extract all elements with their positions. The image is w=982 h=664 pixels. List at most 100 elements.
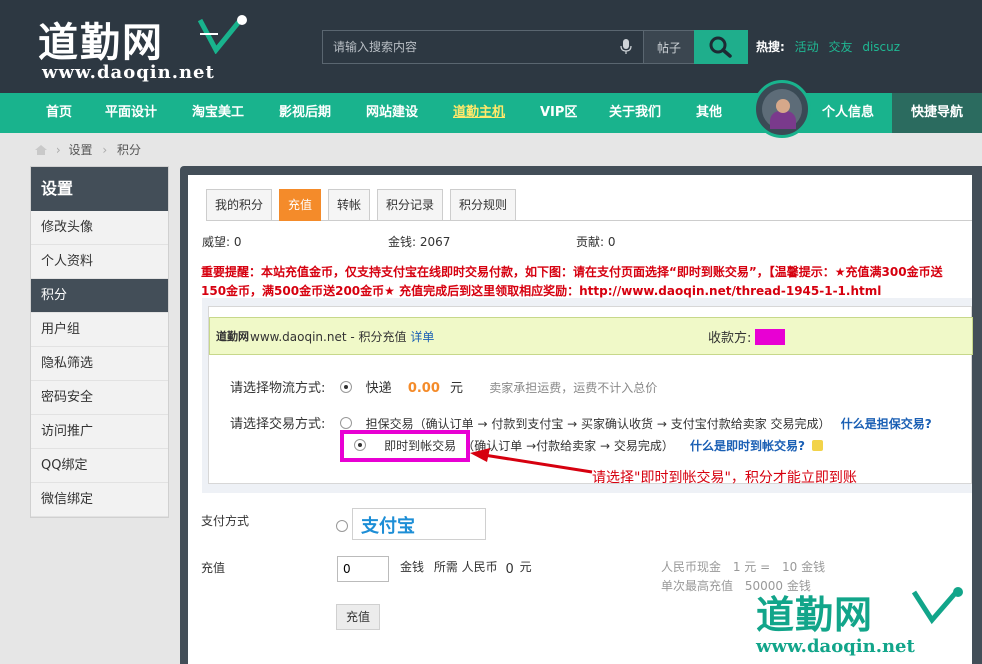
trade-instant-link[interactable]: 什么是即时到帐交易?: [690, 439, 805, 453]
watermark-url: www.daoqin.net: [756, 636, 915, 657]
nav-item-about[interactable]: 关于我们: [609, 93, 661, 133]
main-nav: 首页 平面设计 淘宝美工 影视后期 网站建设 道勤主机 VIP区 关于我们 其他…: [0, 93, 982, 133]
trade-escrow-label: 担保交易（确认订单 → 付款到支付宝 → 买家确认收货 → 支付宝付款给卖家 交…: [365, 417, 831, 431]
rate-money: 10 金钱: [782, 560, 826, 574]
sidebar-item-usergroup[interactable]: 用户组: [31, 313, 168, 347]
instant-trade-highlight: [340, 430, 470, 462]
tab-transfer[interactable]: 转帐: [328, 189, 371, 221]
logistics-row: 请选择物流方式: 快递 0.00 元 卖家承担运费，运费不计入总价: [230, 377, 657, 396]
search-input[interactable]: [322, 30, 644, 64]
rate-info: 人民币现金 1 元 = 10 金钱: [661, 558, 825, 575]
alipay-option[interactable]: 支付宝: [352, 508, 486, 540]
tab-my-credits[interactable]: 我的积分: [206, 189, 273, 221]
watermark: 道勤网 www.daoqin.net: [756, 584, 982, 664]
trade-escrow-link[interactable]: 什么是担保交易?: [841, 417, 932, 431]
alipay-logo: 支付宝: [361, 516, 415, 537]
need-rmb-unit: 元: [519, 560, 532, 574]
home-icon[interactable]: [34, 144, 48, 156]
breadcrumb-credits[interactable]: 积分: [117, 143, 141, 157]
breadcrumb: › 设置 › 积分: [34, 141, 147, 158]
avatar-image: [762, 89, 802, 129]
settings-sidebar: 设置 修改头像 个人资料 积分 用户组 隐私筛选 密码安全 访问推广 QQ绑定 …: [30, 166, 169, 518]
nav-item-video-post[interactable]: 影视后期: [279, 93, 331, 133]
watermark-text: 道勤网: [756, 592, 874, 637]
charge-unit-text: 金钱: [400, 560, 425, 574]
sidebar-item-privacy[interactable]: 隐私筛选: [31, 347, 168, 381]
charge-amount-input[interactable]: [337, 556, 389, 582]
nav-item-other[interactable]: 其他: [696, 93, 722, 133]
nav-item-taobao-design[interactable]: 淘宝美工: [192, 93, 244, 133]
charge-unit: 金钱 所需 人民币 0 元: [400, 558, 532, 577]
sidebar-item-credits[interactable]: 积分: [31, 279, 168, 313]
logistics-label: 请选择物流方式:: [230, 381, 326, 396]
stat-contribution: 贡献: 0: [576, 235, 616, 249]
avatar-face: [776, 99, 790, 113]
hot-link-discuz[interactable]: discuz: [862, 40, 900, 54]
payment-receiver: 收款方:: [708, 327, 786, 346]
stat-money: 金钱: 2067: [388, 235, 451, 249]
logistics-amount: 0.00: [407, 381, 440, 396]
breadcrumb-settings[interactable]: 设置: [68, 143, 92, 157]
hot-link-friends[interactable]: 交友: [828, 40, 852, 54]
breadcrumb-separator: ›: [55, 143, 61, 157]
logo-check-icon: [198, 15, 247, 54]
logistics-express-radio[interactable]: [339, 381, 352, 393]
user-avatar[interactable]: [753, 80, 811, 138]
logistics-unit: 元: [450, 381, 464, 396]
logistics-note: 卖家承担运费，运费不计入总价: [489, 381, 658, 395]
quick-nav-button[interactable]: 快捷导航: [892, 93, 982, 133]
breadcrumb-separator: ›: [102, 143, 108, 157]
site-header: 道勤网 www.daoqin.net 帖子 热搜: 活动 交友 discuz: [0, 0, 982, 93]
search-button[interactable]: [694, 30, 748, 64]
recharge-notice: 重要提醒：本站充值金币，仅支持支付宝在线即时交易付款，如下图：请在支付页面选择“…: [201, 265, 943, 298]
watermark-check-icon: [911, 587, 963, 625]
credit-tabs: 我的积分 充值 转帐 积分记录 积分规则: [206, 189, 972, 221]
sidebar-item-password[interactable]: 密码安全: [31, 381, 168, 415]
nav-item-vip[interactable]: VIP区: [540, 93, 577, 133]
annotation-text: 请选择"即时到帐交易"，积分才能立即到账: [592, 470, 857, 486]
tab-credit-log[interactable]: 积分记录: [377, 189, 444, 221]
stat-prestige: 威望: 0: [202, 235, 242, 249]
nav-item-home[interactable]: 首页: [46, 93, 72, 133]
nav-item-graphic-design[interactable]: 平面设计: [105, 93, 157, 133]
note-icon: [812, 440, 824, 451]
rate-value: 1 元 =: [732, 560, 771, 574]
sidebar-item-qq-bind[interactable]: QQ绑定: [31, 449, 168, 483]
payment-head-site: www.daoqin.net - 积分充值 详单: [250, 328, 434, 345]
sidebar-item-avatar[interactable]: 修改头像: [31, 211, 168, 245]
payment-header: 道勤网 www.daoqin.net - 积分充值 详单 收款方:: [209, 317, 973, 355]
logo-text: 道勤网: [38, 19, 164, 66]
trade-escrow-radio[interactable]: [339, 417, 352, 429]
red-arrow-icon: [470, 448, 593, 474]
pay-method-label: 支付方式: [201, 514, 250, 528]
search-scope-select[interactable]: 帖子: [644, 30, 694, 64]
tab-recharge[interactable]: 充值: [279, 189, 322, 221]
nav-user-info[interactable]: 个人信息: [822, 93, 874, 133]
need-rmb-value: 0: [505, 562, 514, 577]
recharge-submit-button[interactable]: 充值: [336, 604, 380, 630]
avatar-body: [770, 111, 796, 129]
logistics-express-label: 快递: [365, 381, 392, 396]
hot-link-activity[interactable]: 活动: [795, 40, 819, 54]
trade-label: 请选择交易方式:: [230, 417, 326, 432]
hot-search-label: 热搜:: [756, 40, 785, 54]
site-logo[interactable]: 道勤网 www.daoqin.net: [38, 8, 253, 88]
sidebar-item-wechat-bind[interactable]: 微信绑定: [31, 483, 168, 517]
search-bar: 帖子: [322, 30, 748, 64]
nav-item-hosting[interactable]: 道勤主机: [453, 93, 505, 133]
tab-credit-rules[interactable]: 积分规则: [450, 189, 517, 221]
logo-url: www.daoqin.net: [42, 62, 215, 83]
nav-item-web-build[interactable]: 网站建设: [366, 93, 418, 133]
payment-site-text: www.daoqin.net - 积分充值: [250, 330, 407, 344]
payment-detail-link[interactable]: 详单: [410, 330, 434, 344]
sidebar-item-promotion[interactable]: 访问推广: [31, 415, 168, 449]
alipay-radio[interactable]: [336, 520, 348, 532]
microphone-icon[interactable]: [620, 39, 632, 55]
payment-head-logo: 道勤网: [216, 330, 249, 343]
search-icon: [709, 36, 732, 58]
charge-label: 充值: [201, 561, 226, 575]
sidebar-item-profile[interactable]: 个人资料: [31, 245, 168, 279]
max-text: 单次最高充值: [661, 579, 734, 593]
rate-text: 人民币现金: [661, 560, 722, 574]
trade-row-escrow: 请选择交易方式: 担保交易（确认订单 → 付款到支付宝 → 买家确认收货 → 支…: [230, 413, 932, 432]
